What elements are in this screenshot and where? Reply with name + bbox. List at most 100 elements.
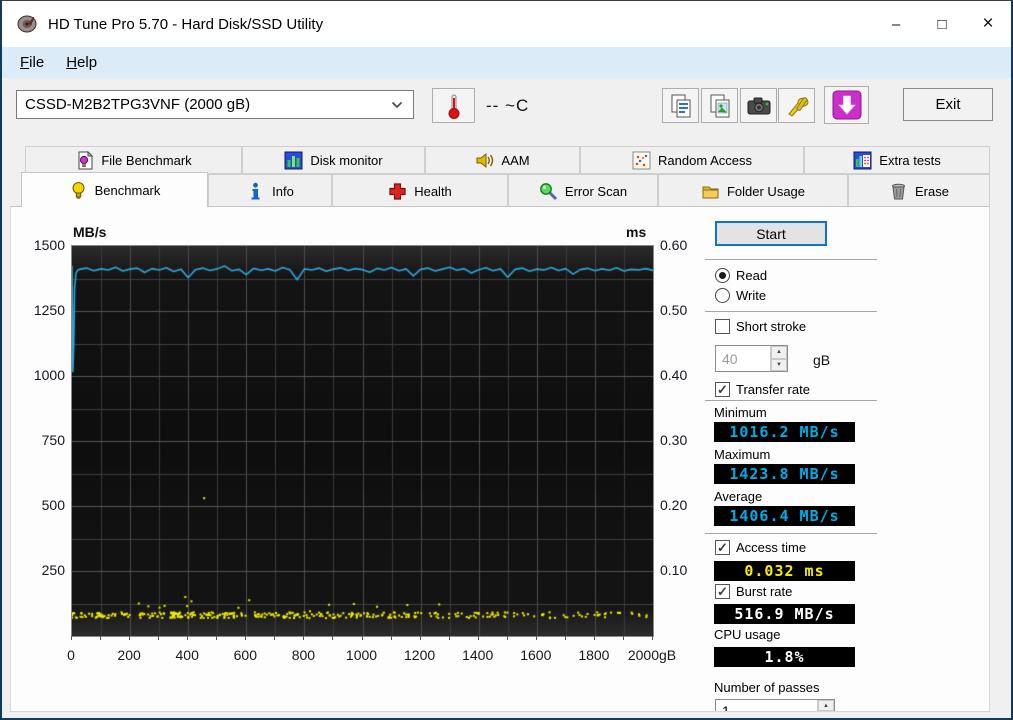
y-left-tick-label: 1500 [33, 237, 65, 253]
minimum-value: 1016.2 MB/s [714, 422, 855, 442]
transfer-rate-row[interactable]: ✓ Transfer rate [715, 382, 810, 397]
thermometer-icon [448, 94, 459, 119]
short-stroke-unit-label: gB [813, 352, 831, 368]
benchmark-bulb-icon [72, 181, 85, 199]
write-radio-label: Write [736, 288, 767, 303]
tab-label: Disk monitor [310, 152, 383, 168]
speaker-icon [476, 152, 494, 168]
tab-health[interactable]: Health [332, 174, 508, 207]
write-radio[interactable] [715, 288, 730, 303]
read-radio-row[interactable]: Read [715, 268, 767, 283]
tab-folder-usage[interactable]: Folder Usage [658, 174, 848, 207]
device-selector[interactable]: CSSD-M2B2TPG3VNF (2000 gB) [16, 90, 414, 119]
benchmark-controls: Start Read Write Short stroke 40 ▲ ▼ gB … [703, 207, 887, 712]
tab-label: Info [272, 183, 294, 199]
tab-info[interactable]: Info [208, 174, 332, 207]
x-tick-mark [362, 636, 363, 640]
short-stroke-row[interactable]: Short stroke [715, 319, 806, 334]
access-time-checkbox[interactable]: ✓ [715, 540, 730, 555]
access-time-value: 0.032 ms [714, 561, 855, 581]
spinner-down-icon[interactable]: ▼ [771, 358, 787, 371]
y-right-tick-label: 0.30 [660, 432, 688, 448]
read-radio-label: Read [736, 268, 768, 283]
write-radio-row[interactable]: Write [715, 288, 766, 303]
read-radio[interactable] [715, 268, 730, 283]
screenshot-button[interactable] [740, 88, 777, 123]
y-right-tick-label: 0.50 [660, 302, 688, 318]
average-value: 1406.4 MB/s [714, 506, 855, 526]
benchmark-chart [71, 245, 654, 637]
temperature-button[interactable] [432, 88, 475, 123]
temperature-readout: -- ~C [486, 96, 529, 116]
window-title: HD Tune Pro 5.70 - Hard Disk/SSD Utility [48, 15, 324, 33]
copy-text-button[interactable] [662, 88, 699, 123]
options-button[interactable] [778, 88, 815, 123]
y-right-tick-label: 0.40 [660, 367, 688, 383]
tab-error-scan[interactable]: Error Scan [508, 174, 658, 207]
passes-spinner[interactable]: 1 ▲ ▼ [715, 699, 835, 712]
menu-file[interactable]: File [16, 52, 48, 73]
short-stroke-label: Short stroke [736, 319, 807, 334]
temperature-value: -- [486, 96, 500, 115]
title-bar: HD Tune Pro 5.70 - Hard Disk/SSD Utility… [2, 1, 1011, 47]
tab-label: File Benchmark [101, 152, 192, 168]
exit-button[interactable]: Exit [903, 88, 993, 121]
save-download-icon [832, 90, 861, 120]
x-tick-mark [71, 636, 72, 640]
copy-image-button[interactable] [701, 88, 738, 123]
x-tick-label: 0 [67, 647, 75, 663]
tab-label: Error Scan [564, 183, 628, 199]
y-left-axis-title: MB/s [73, 224, 107, 240]
app-logo-icon [17, 15, 37, 33]
x-tick-mark [187, 636, 188, 640]
spinner-up-icon[interactable]: ▲ [818, 700, 834, 711]
y-left-tick-label: 1250 [33, 302, 65, 318]
tab-disk-monitor[interactable]: Disk monitor [242, 146, 425, 174]
start-button[interactable]: Start [715, 221, 827, 246]
cpu-usage-label: CPU usage [714, 627, 781, 642]
short-stroke-size-spinner[interactable]: 40 ▲ ▼ [715, 345, 788, 372]
x-tick-mark [245, 636, 246, 640]
spinner-down-icon[interactable]: ▼ [818, 711, 834, 712]
x-tick-mark [303, 636, 304, 640]
maximum-label: Maximum [714, 447, 771, 462]
tab-aam[interactable]: AAM [425, 146, 580, 174]
tab-file-benchmark[interactable]: File Benchmark [25, 146, 242, 174]
x-tick-label: 1000 [345, 647, 378, 663]
passes-value: 1 [722, 703, 730, 712]
menu-help[interactable]: Help [62, 52, 101, 73]
x-tick-mark [565, 636, 566, 640]
transfer-rate-label: Transfer rate [736, 382, 810, 397]
minimize-button[interactable]: – [873, 1, 919, 47]
x-tick-mark [449, 636, 450, 640]
transfer-rate-checkbox[interactable]: ✓ [715, 382, 730, 397]
maximum-value: 1423.8 MB/s [714, 464, 855, 484]
tab-random-access[interactable]: Random Access [580, 146, 804, 174]
tab-extra-tests[interactable]: Extra tests [804, 146, 990, 174]
save-button[interactable] [824, 86, 869, 124]
burst-rate-checkbox[interactable]: ✓ [715, 584, 730, 599]
y-right-tick-label: 0.60 [660, 237, 688, 253]
burst-rate-label: Burst rate [736, 584, 793, 599]
y-left-tick-label: 250 [41, 562, 65, 578]
tab-label: Folder Usage [726, 183, 806, 199]
short-stroke-checkbox[interactable] [715, 319, 730, 334]
short-stroke-size-value: 40 [722, 350, 738, 367]
burst-rate-row[interactable]: ✓ Burst rate [715, 584, 792, 599]
disk-monitor-icon [284, 151, 303, 169]
close-button[interactable]: × [965, 1, 1011, 47]
tab-erase[interactable]: Erase [848, 174, 990, 207]
x-tick-mark [158, 636, 159, 640]
spinner-up-icon[interactable]: ▲ [771, 346, 787, 359]
benchmark-page: MB/s ms 1500 1250 1000 750 500 250 0.60 0.50 0.… [10, 206, 990, 712]
access-time-row[interactable]: ✓ Access time [715, 540, 806, 555]
x-tick-mark [594, 636, 595, 640]
x-tick-mark [216, 636, 217, 640]
cpu-usage-value: 1.8% [714, 647, 855, 667]
tab-benchmark[interactable]: Benchmark [21, 172, 208, 207]
extra-tests-icon [853, 151, 872, 169]
average-label: Average [714, 489, 763, 504]
x-tick-mark [623, 636, 624, 640]
maximize-button[interactable]: □ [919, 1, 965, 47]
x-tick-label: 600 [233, 647, 257, 663]
